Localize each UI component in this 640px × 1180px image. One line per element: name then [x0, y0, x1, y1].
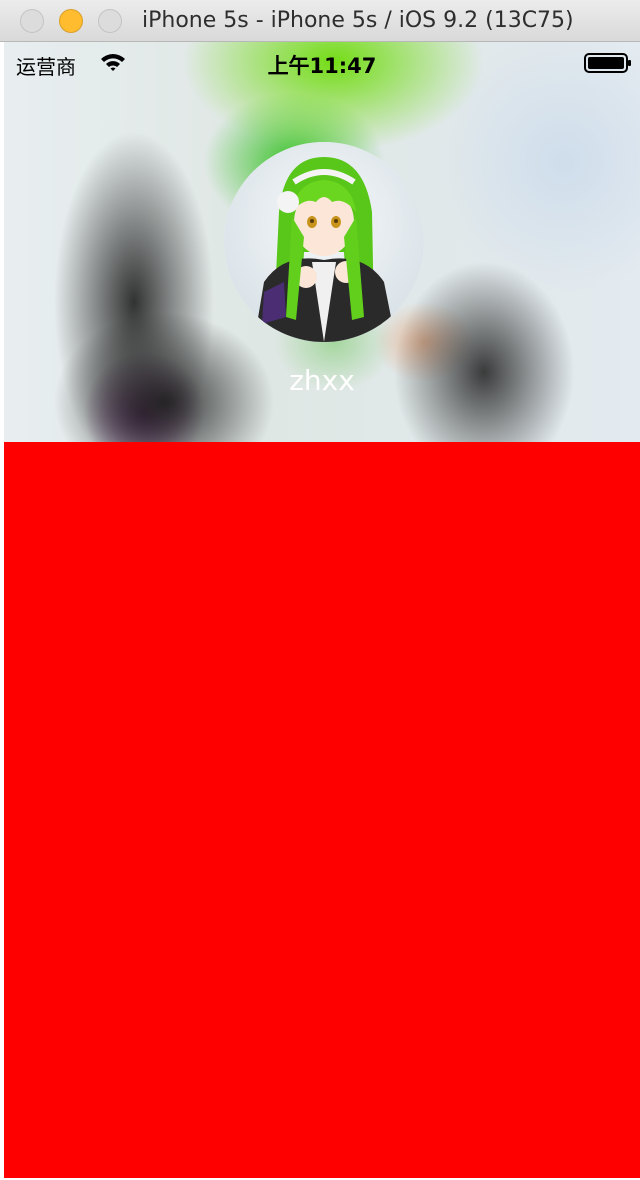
blurred-header-background: 运营商 上午11:47 zhxx	[4, 42, 640, 442]
content-panel	[4, 442, 640, 1178]
username-label: zhxx	[289, 364, 355, 397]
status-bar: 运营商 上午11:47	[4, 42, 640, 82]
simulator-window: iPhone 5s - iPhone 5s / iOS 9.2 (13C75) …	[0, 0, 640, 1180]
zoom-button[interactable]	[98, 9, 122, 33]
device-screen: 运营商 上午11:47 zhxx	[4, 42, 640, 1178]
close-button[interactable]	[20, 9, 44, 33]
status-time: 上午11:47	[267, 54, 377, 78]
minimize-button[interactable]	[59, 9, 83, 33]
window-title: iPhone 5s - iPhone 5s / iOS 9.2 (13C75)	[142, 8, 574, 33]
title-bar[interactable]: iPhone 5s - iPhone 5s / iOS 9.2 (13C75)	[0, 0, 640, 42]
avatar[interactable]	[224, 142, 424, 342]
avatar-image	[224, 142, 424, 342]
battery-icon	[584, 53, 632, 78]
